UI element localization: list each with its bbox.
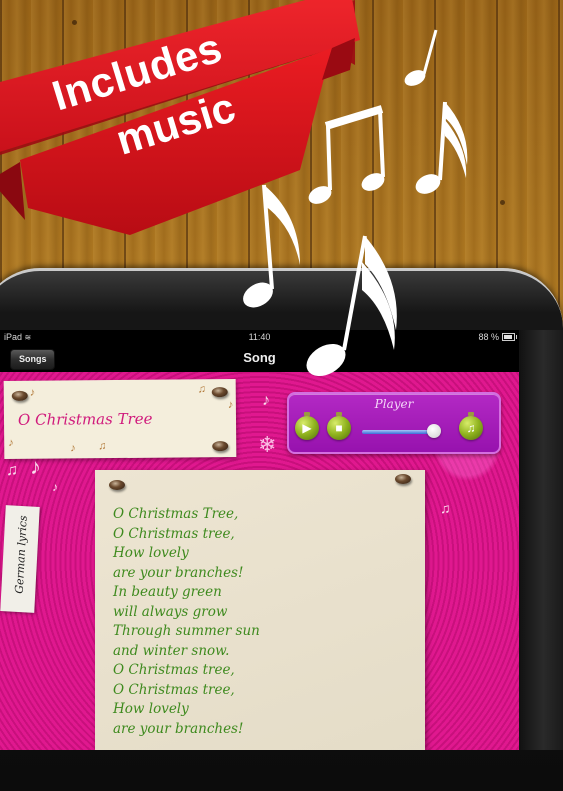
- quarter-note-icon: [404, 29, 438, 86]
- floating-notes: [243, 29, 468, 377]
- beamed-eighth-notes-icon: [308, 105, 385, 204]
- sixteenth-note-icon: [306, 235, 397, 377]
- sixteenth-note-icon: [415, 101, 468, 194]
- eighth-note-icon: [243, 184, 300, 308]
